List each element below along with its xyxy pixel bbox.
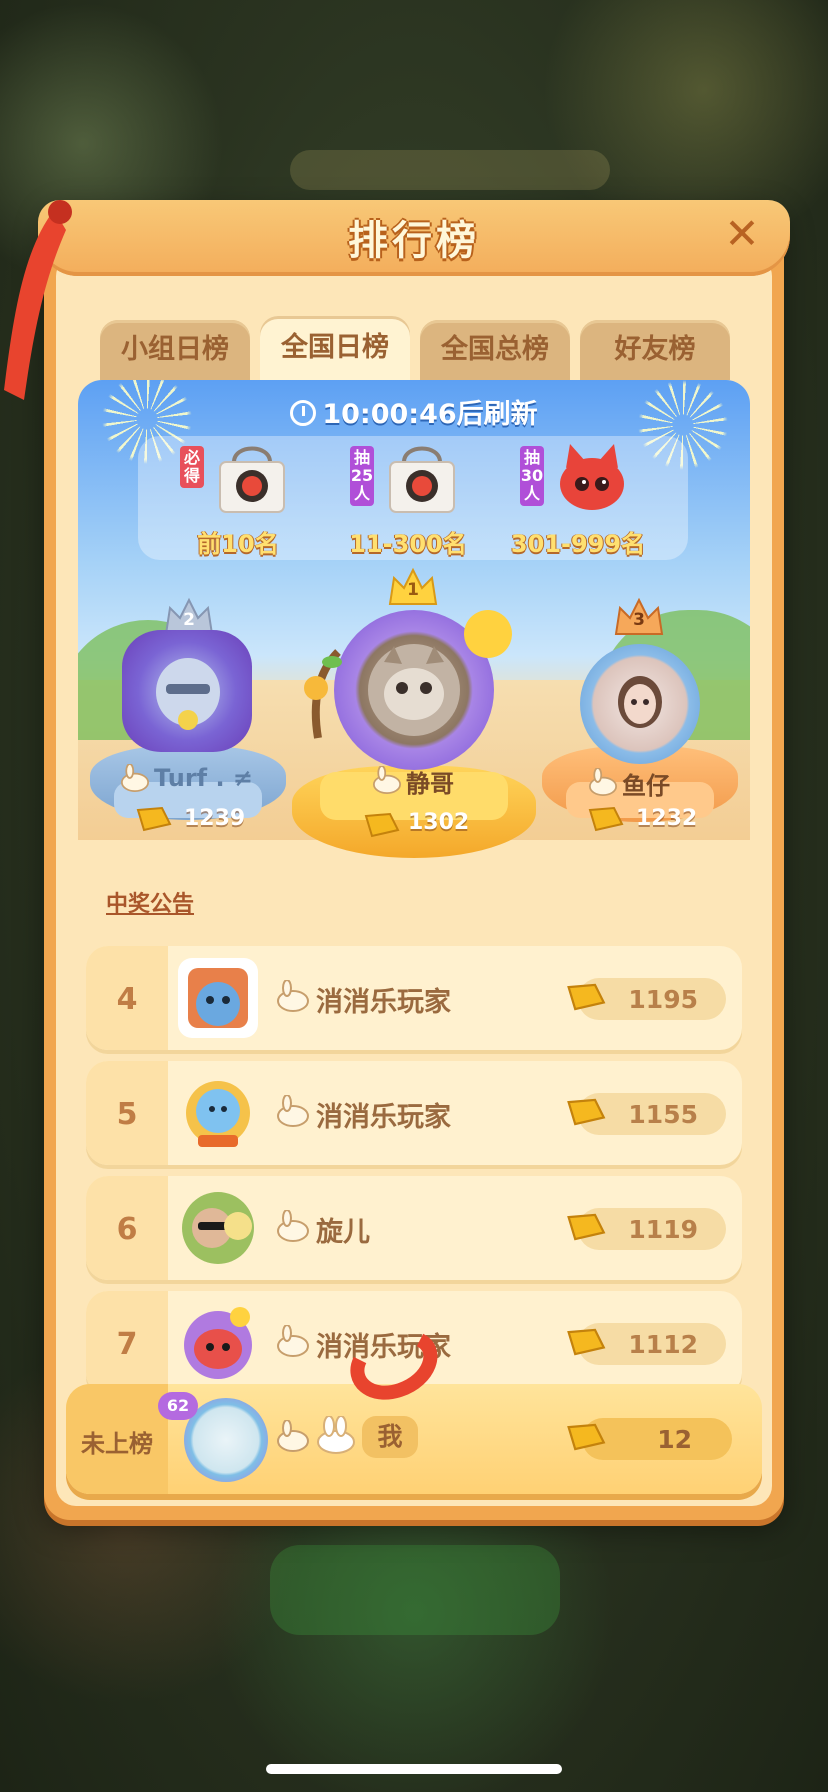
tab-friends[interactable]: 好友榜: [580, 320, 730, 380]
bunny-icon: [277, 980, 309, 1012]
reward-tier-3[interactable]: 抽30人 301-999名: [508, 436, 648, 560]
list-item[interactable]: 5 消消乐玩家 1155: [86, 1061, 742, 1165]
gold-bar-icon: [567, 983, 606, 1011]
podium-rank-3[interactable]: 3 鱼仔 1232: [540, 596, 740, 896]
rank-number: 2: [183, 610, 195, 630]
player-name: 鱼仔: [622, 772, 670, 800]
panel-header: 排行榜 ✕: [38, 200, 790, 276]
gold-bar-icon: [567, 1423, 606, 1451]
avatar: [184, 1307, 252, 1379]
my-name: 我: [362, 1416, 418, 1458]
page-title: 排行榜: [348, 218, 480, 264]
gift-bag-icon: [389, 446, 455, 513]
gift-bag-icon: [219, 446, 285, 513]
gold-bar-icon: [588, 806, 624, 832]
avatar: [186, 1081, 250, 1147]
avatar: [182, 1192, 254, 1264]
my-rank-row[interactable]: 未上榜 62 我 12: [46, 1384, 782, 1494]
reward-info-box: 必得 前10名 抽25人 11-300名 抽30人 301-999名: [138, 436, 688, 560]
gold-bar-icon: [567, 1328, 606, 1356]
player-score: 1195: [628, 985, 698, 1014]
close-button[interactable]: ✕: [720, 212, 764, 256]
knight-avatar-icon: [156, 658, 220, 730]
player-name: 消消乐玩家: [316, 987, 451, 1018]
player-name: 静哥: [406, 770, 454, 798]
list-item[interactable]: 6 旋儿 1119: [86, 1176, 742, 1280]
gold-bar-icon: [567, 1098, 606, 1126]
rank-number: 7: [116, 1327, 138, 1362]
refresh-timer: 10:00:46后刷新: [0, 392, 828, 431]
tab-group-daily[interactable]: 小组日榜: [100, 320, 250, 380]
ribbon-decoration-bottom: [350, 1333, 438, 1400]
player-score: 1155: [628, 1100, 698, 1129]
player-score: 1112: [628, 1330, 698, 1359]
avatar: [178, 958, 258, 1038]
list-item[interactable]: 4 消消乐玩家 1195: [86, 946, 742, 1050]
girl-avatar-icon: [618, 676, 662, 728]
reward-tier-2[interactable]: 抽25人 11-300名: [338, 436, 478, 560]
rank-number: 4: [116, 982, 138, 1017]
my-rank-status: 未上榜: [81, 1430, 153, 1458]
branch-decoration: [304, 649, 342, 739]
rank-number: 1: [407, 580, 419, 600]
podium-rank-2[interactable]: 2 Turf . ≠ 1239: [88, 596, 288, 896]
bunny-icon: [277, 1095, 309, 1127]
reward-tag: 必得: [180, 446, 204, 488]
player-name: Turf . ≠: [154, 764, 254, 792]
bunny-icon: [373, 766, 401, 794]
background-button-blur: [270, 1545, 560, 1635]
player-score: 1239: [184, 806, 246, 831]
red-pet-icon: [560, 444, 624, 510]
gold-bar-icon: [136, 806, 172, 832]
tab-national-daily[interactable]: 全国日榜: [260, 316, 410, 380]
player-score: 1302: [408, 810, 470, 835]
gold-bar-icon: [567, 1213, 606, 1241]
my-score: 12: [657, 1425, 692, 1454]
background-title-blur: [290, 150, 610, 190]
gold-bar-icon: [364, 812, 400, 838]
clock-icon: [290, 400, 317, 426]
bunny-icon: [277, 1420, 309, 1452]
winner-announcement-link[interactable]: 中奖公告: [106, 886, 194, 918]
bunny-icon: [277, 1325, 309, 1357]
sun-decoration: [464, 610, 512, 658]
player-score: 1232: [636, 806, 698, 831]
bunny-icon: [277, 1210, 309, 1242]
level-badge: 62: [158, 1392, 198, 1420]
close-icon: ✕: [724, 209, 760, 258]
cat-avatar-icon: [368, 644, 460, 736]
white-bunny-icon: [317, 1416, 355, 1454]
home-indicator[interactable]: [266, 1764, 562, 1774]
podium-rank-1[interactable]: 1 静哥 1302: [290, 566, 540, 896]
rank-number: 6: [116, 1212, 138, 1247]
bunny-icon: [121, 764, 149, 792]
reward-tier-1[interactable]: 必得 前10名: [168, 436, 308, 560]
player-name: 旋儿: [316, 1217, 370, 1248]
reward-tag: 抽30人: [520, 446, 544, 506]
player-name: 消消乐玩家: [316, 1102, 451, 1133]
tab-national-total[interactable]: 全国总榜: [420, 320, 570, 380]
rank-number: 3: [633, 610, 645, 630]
tab-bar: 小组日榜 全国日榜 全国总榜 好友榜: [100, 316, 730, 380]
rank-number: 5: [116, 1097, 138, 1132]
bunny-icon: [589, 768, 617, 796]
reward-tag: 抽25人: [350, 446, 374, 506]
player-score: 1119: [628, 1215, 698, 1244]
